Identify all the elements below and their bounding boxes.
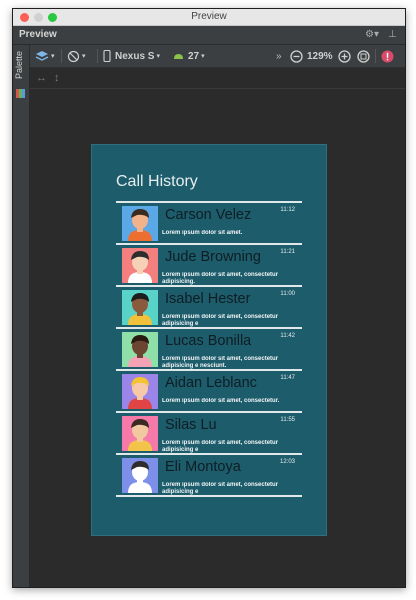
person-avatar-icon [122,374,158,409]
call-time: 11:47 [280,375,295,381]
person-avatar-icon [122,416,158,451]
phone-icon [103,50,111,62]
caller-name: Eli Montoya [165,459,241,475]
zoom-out-icon [290,49,303,63]
toolbar-divider [61,49,62,63]
rotate-icon [67,50,80,62]
call-description: Lorem ipsum dolor sit amet, consectetur … [162,272,279,285]
avatar [122,374,158,409]
api-level-dropdown[interactable]: 27 ▾ [173,49,205,63]
call-time: 11:55 [280,417,295,423]
panel-title: Preview [19,29,57,40]
preview-toolbar: ▾ ▾ Nexus S ▾ 27 ▾ » 129% [30,45,405,68]
call-list-item[interactable]: Eli Montoya 12:03 Lorem ipsum dolor sit … [116,455,302,497]
person-avatar-icon [122,290,158,325]
window-titlebar: Preview [13,9,405,26]
call-list-item[interactable]: Lucas Bonilla 11:42 Lorem ipsum dolor si… [116,329,302,371]
person-avatar-icon [122,248,158,283]
call-time: 11:12 [280,207,295,213]
zoom-fit-icon [357,49,370,63]
chevron-down-icon: ▾ [201,53,205,60]
hide-panel-icon[interactable]: ⊥ [388,29,397,40]
toolbar-divider [375,49,376,63]
layers-icon [35,51,49,61]
zoom-out-button[interactable] [290,49,303,63]
zoom-fit-button[interactable] [357,49,370,63]
preview-window: Preview Preview ⚙▾ ⊥ Palette ▾ ▾ Nexus S… [12,8,406,588]
secondary-toolbar: ↔ ↕ [30,68,405,89]
call-description: Lorem ipsum dolor sit amet, consectetur … [162,440,279,453]
android-icon [174,54,183,59]
person-avatar-icon [122,332,158,367]
call-list-item[interactable]: Isabel Hester 11:00 Lorem ipsum dolor si… [116,287,302,329]
call-description: Lorem ipsum dolor sit amet, consectetur … [162,314,279,327]
person-avatar-icon [122,458,158,493]
call-time: 11:42 [280,333,295,339]
call-description: Lorem ipsum dolor sit amet. [162,230,243,236]
chevron-down-icon: ▾ [82,53,86,60]
chevron-down-icon: ▾ [156,53,160,60]
device-dropdown[interactable]: Nexus S ▾ [103,49,160,63]
layers-dropdown[interactable]: ▾ [35,49,55,63]
palette-side-tab[interactable]: Palette [13,45,30,587]
toolbar-divider [97,49,98,63]
zoom-in-icon [338,49,351,63]
avatar [122,416,158,451]
caller-name: Carson Velez [165,207,252,223]
zoom-in-button[interactable] [338,49,351,63]
gear-icon[interactable]: ⚙▾ [365,29,379,40]
orientation-dropdown[interactable]: ▾ [67,49,86,63]
palette-tab-label: Palette [14,51,24,80]
call-description: Lorem ipsum dolor sit amet, consectetur. [162,398,280,404]
call-time: 11:00 [280,291,295,297]
chevron-down-icon: ▾ [51,53,55,60]
device-name: Nexus S [115,50,155,62]
horizontal-resize-icon[interactable]: ↔ [36,71,47,85]
call-time: 12:03 [279,459,295,465]
caller-name: Aidan Leblanc [165,375,257,391]
call-history-list: Carson Velez 11:12 Lorem ipsum dolor sit… [116,201,302,497]
error-button[interactable] [381,49,394,63]
api-level: 27 [188,50,200,62]
caller-name: Lucas Bonilla [165,333,252,349]
call-description: Lorem ipsum dolor sit amet, consectetur … [162,482,279,495]
call-list-item[interactable]: Carson Velez 11:12 Lorem ipsum dolor sit… [116,201,302,245]
avatar [122,332,158,367]
avatar [122,248,158,283]
screen-title: Call History [116,173,198,190]
device-screen: Call History Carson Velez 11:12 Lorem ip… [91,144,327,536]
caller-name: Silas Lu [165,417,217,433]
avatar [122,458,158,493]
error-icon [381,50,394,62]
caller-name: Isabel Hester [165,291,251,307]
person-avatar-icon [122,206,158,241]
avatar [122,206,158,241]
call-list-item[interactable]: Aidan Leblanc 11:47 Lorem ipsum dolor si… [116,371,302,413]
avatar [122,290,158,325]
palette-icon [16,89,25,98]
window-title: Preview [191,11,227,22]
call-description: Lorem ipsum dolor sit amet, consectetur … [162,356,279,369]
zoom-level: 129% [307,50,333,62]
call-list-item[interactable]: Jude Browning 11:21 Lorem ipsum dolor si… [116,245,302,287]
vertical-resize-icon[interactable]: ↕ [54,71,60,85]
panel-header: Preview ⚙▾ ⊥ [13,26,405,45]
caller-name: Jude Browning [165,249,261,265]
call-list-item[interactable]: Silas Lu 11:55 Lorem ipsum dolor sit ame… [116,413,302,455]
call-time: 11:21 [280,249,295,255]
overflow-icon[interactable]: » [276,49,282,63]
